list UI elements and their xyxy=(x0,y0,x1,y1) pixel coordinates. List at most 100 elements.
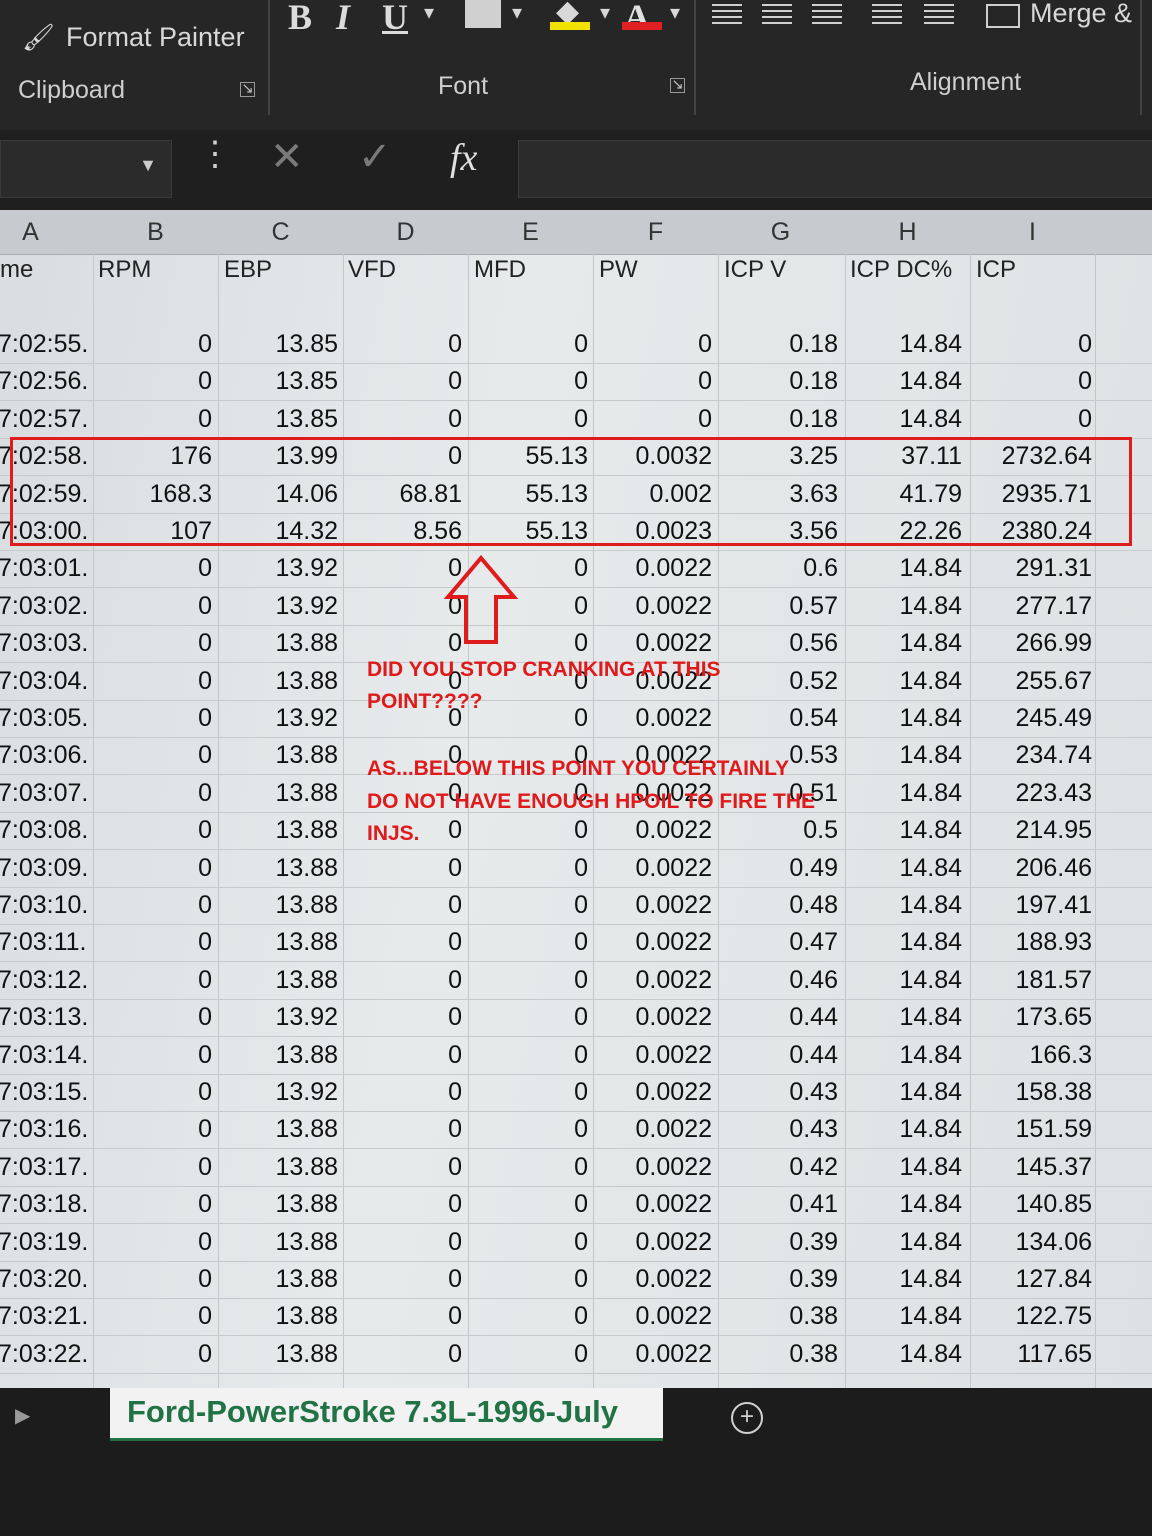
table-cell[interactable]: 277.17 xyxy=(982,592,1092,621)
table-cell[interactable]: 0 xyxy=(478,704,588,733)
table-cell[interactable]: 14.84 xyxy=(852,1003,962,1032)
table-cell[interactable]: 0.44 xyxy=(728,1003,838,1032)
table-cell[interactable]: 0 xyxy=(352,405,462,434)
table-cell[interactable]: 7:03:13. xyxy=(0,1003,88,1032)
table-cell[interactable]: 0 xyxy=(102,1190,212,1219)
table-cell[interactable]: 0 xyxy=(478,405,588,434)
table-cell[interactable]: 223.43 xyxy=(982,779,1092,808)
table-cell[interactable]: 0.47 xyxy=(728,928,838,957)
table-cell[interactable]: 122.75 xyxy=(982,1302,1092,1331)
table-cell[interactable]: 14.84 xyxy=(852,1041,962,1070)
table-cell[interactable]: 245.49 xyxy=(982,704,1092,733)
font-launcher-icon[interactable]: ↘ xyxy=(670,77,685,93)
table-cell[interactable]: 0.0022 xyxy=(602,1340,712,1369)
table-cell[interactable]: 7:03:06. xyxy=(0,741,88,770)
table-cell[interactable]: 7:03:16. xyxy=(0,1115,88,1144)
table-cell[interactable]: 13.88 xyxy=(228,966,338,995)
table-cell[interactable]: 13.88 xyxy=(228,1228,338,1257)
more-options-icon[interactable]: ⋮ xyxy=(198,134,232,174)
table-cell[interactable]: 166.3 xyxy=(982,1041,1092,1070)
table-cell[interactable]: 13.85 xyxy=(228,367,338,396)
align-left-icon[interactable] xyxy=(712,4,742,28)
table-cell[interactable]: 7:02:56. xyxy=(0,367,88,396)
increase-indent-icon[interactable] xyxy=(924,4,954,28)
table-cell[interactable]: 7:03:15. xyxy=(0,1078,88,1107)
table-cell[interactable]: 14.84 xyxy=(852,330,962,359)
table-cell[interactable]: 206.46 xyxy=(982,854,1092,883)
table-cell[interactable]: 0 xyxy=(102,405,212,434)
table-cell[interactable]: 0.5 xyxy=(728,816,838,845)
table-cell[interactable]: 0.0022 xyxy=(602,966,712,995)
table-cell[interactable]: 0 xyxy=(478,854,588,883)
table-cell[interactable]: 0 xyxy=(102,1041,212,1070)
table-cell[interactable]: 158.38 xyxy=(982,1078,1092,1107)
table-cell[interactable]: 14.84 xyxy=(852,1078,962,1107)
table-cell[interactable]: 0.39 xyxy=(728,1228,838,1257)
scroll-left-icon[interactable]: ▶ xyxy=(15,1403,30,1428)
table-cell[interactable]: 0 xyxy=(102,1228,212,1257)
underline-button[interactable]: U xyxy=(382,0,408,38)
table-cell[interactable]: 0 xyxy=(102,1078,212,1107)
table-row[interactable]: 7:03:01. 0 13.92 0 0 0.0022 0.6 14.84 291.31 xyxy=(0,550,1152,589)
table-cell[interactable]: 14.84 xyxy=(852,367,962,396)
table-cell[interactable]: 13.85 xyxy=(228,405,338,434)
table-cell[interactable]: 13.88 xyxy=(228,1115,338,1144)
table-cell[interactable]: 0.39 xyxy=(728,1265,838,1294)
table-cell[interactable]: 14.84 xyxy=(852,592,962,621)
decrease-indent-icon[interactable] xyxy=(872,4,902,28)
column-header-f[interactable]: F xyxy=(593,218,718,247)
table-cell[interactable]: 0 xyxy=(478,1340,588,1369)
table-cell[interactable]: 0 xyxy=(478,1302,588,1331)
table-cell[interactable]: 0 xyxy=(352,966,462,995)
table-cell[interactable]: 14.84 xyxy=(852,816,962,845)
table-cell[interactable]: 14.84 xyxy=(852,405,962,434)
table-cell[interactable]: 173.65 xyxy=(982,1003,1092,1032)
table-cell[interactable]: 0.41 xyxy=(728,1190,838,1219)
table-cell[interactable]: 13.88 xyxy=(228,816,338,845)
table-cell[interactable]: 13.88 xyxy=(228,854,338,883)
table-cell[interactable]: 0 xyxy=(478,1228,588,1257)
table-cell[interactable]: 14.84 xyxy=(852,779,962,808)
table-cell[interactable]: 0 xyxy=(352,1340,462,1369)
table-cell[interactable]: 0.18 xyxy=(728,405,838,434)
table-cell[interactable]: 13.92 xyxy=(228,1003,338,1032)
table-cell[interactable]: 197.41 xyxy=(982,891,1092,920)
header-cell-pw[interactable]: PW xyxy=(599,256,638,284)
align-right-icon[interactable] xyxy=(812,4,842,28)
table-cell[interactable]: 0.0022 xyxy=(602,1265,712,1294)
header-cell-icp-dc[interactable]: ICP DC% xyxy=(850,256,952,284)
table-row[interactable]: 7:03:19. 0 13.88 0 0 0.0022 0.39 14.84 134.06 xyxy=(0,1224,1152,1262)
table-cell[interactable]: 7:03:10. xyxy=(0,891,88,920)
table-cell[interactable]: 0.46 xyxy=(728,966,838,995)
table-cell[interactable]: 13.88 xyxy=(228,1265,338,1294)
table-cell[interactable]: 14.84 xyxy=(852,629,962,658)
table-cell[interactable]: 0.0022 xyxy=(602,1115,712,1144)
table-cell[interactable]: 0 xyxy=(102,554,212,583)
table-cell[interactable]: 0 xyxy=(102,592,212,621)
table-cell[interactable]: 0 xyxy=(478,928,588,957)
table-row[interactable]: 7:02:56. 0 13.85 0 0 0 0.18 14.84 0 xyxy=(0,363,1152,402)
table-cell[interactable]: 0 xyxy=(478,891,588,920)
table-cell[interactable]: 0 xyxy=(102,928,212,957)
bold-button[interactable]: B xyxy=(288,0,312,38)
table-cell[interactable]: 0.0022 xyxy=(602,1302,712,1331)
format-painter-button[interactable]: Format Painter xyxy=(66,22,245,53)
table-cell[interactable]: 0 xyxy=(352,1153,462,1182)
table-cell[interactable]: 140.85 xyxy=(982,1190,1092,1219)
borders-icon[interactable] xyxy=(465,0,501,28)
table-cell[interactable]: 14.84 xyxy=(852,704,962,733)
table-cell[interactable]: 13.88 xyxy=(228,629,338,658)
table-cell[interactable]: 0 xyxy=(352,928,462,957)
align-center-icon[interactable] xyxy=(762,4,792,28)
table-cell[interactable]: 7:03:02. xyxy=(0,592,88,621)
column-header-c[interactable]: C xyxy=(218,218,343,247)
table-cell[interactable]: 0.0022 xyxy=(602,1190,712,1219)
table-cell[interactable]: 181.57 xyxy=(982,966,1092,995)
table-cell[interactable]: 7:03:20. xyxy=(0,1265,88,1294)
table-cell[interactable]: 0 xyxy=(352,1190,462,1219)
paintbrush-icon[interactable]: 🖌 xyxy=(22,22,55,53)
table-cell[interactable]: 13.92 xyxy=(228,704,338,733)
table-cell[interactable]: 0 xyxy=(478,1115,588,1144)
table-cell[interactable]: 0 xyxy=(352,367,462,396)
table-cell[interactable]: 0.0022 xyxy=(602,704,712,733)
